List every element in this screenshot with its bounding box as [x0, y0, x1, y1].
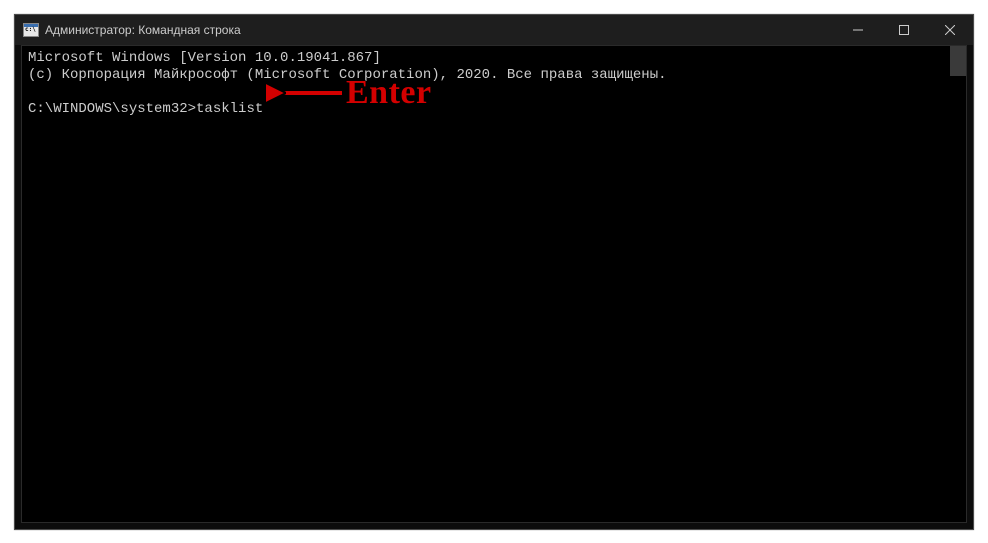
- terminal-blank-line: [28, 84, 960, 101]
- prompt-path: C:\WINDOWS\system32>: [28, 101, 196, 117]
- maximize-button[interactable]: [881, 15, 927, 45]
- window-title: Администратор: Командная строка: [45, 23, 241, 37]
- minimize-icon: [853, 25, 863, 35]
- terminal-line-version: Microsoft Windows [Version 10.0.19041.86…: [28, 50, 960, 67]
- title-left: Администратор: Командная строка: [23, 23, 241, 37]
- close-icon: [945, 25, 955, 35]
- cmd-window: Администратор: Командная строка Microsof…: [14, 14, 974, 530]
- command-input[interactable]: tasklist: [196, 101, 263, 117]
- scrollbar-thumb[interactable]: [950, 46, 966, 76]
- titlebar[interactable]: Администратор: Командная строка: [15, 15, 973, 45]
- cmd-icon: [23, 23, 39, 37]
- minimize-button[interactable]: [835, 15, 881, 45]
- window-controls: [835, 15, 973, 45]
- terminal-line-copyright: (c) Корпорация Майкрософт (Microsoft Cor…: [28, 67, 960, 84]
- maximize-icon: [899, 25, 909, 35]
- terminal-prompt-line: C:\WINDOWS\system32>tasklist: [28, 101, 960, 118]
- terminal-area[interactable]: Microsoft Windows [Version 10.0.19041.86…: [21, 45, 967, 523]
- close-button[interactable]: [927, 15, 973, 45]
